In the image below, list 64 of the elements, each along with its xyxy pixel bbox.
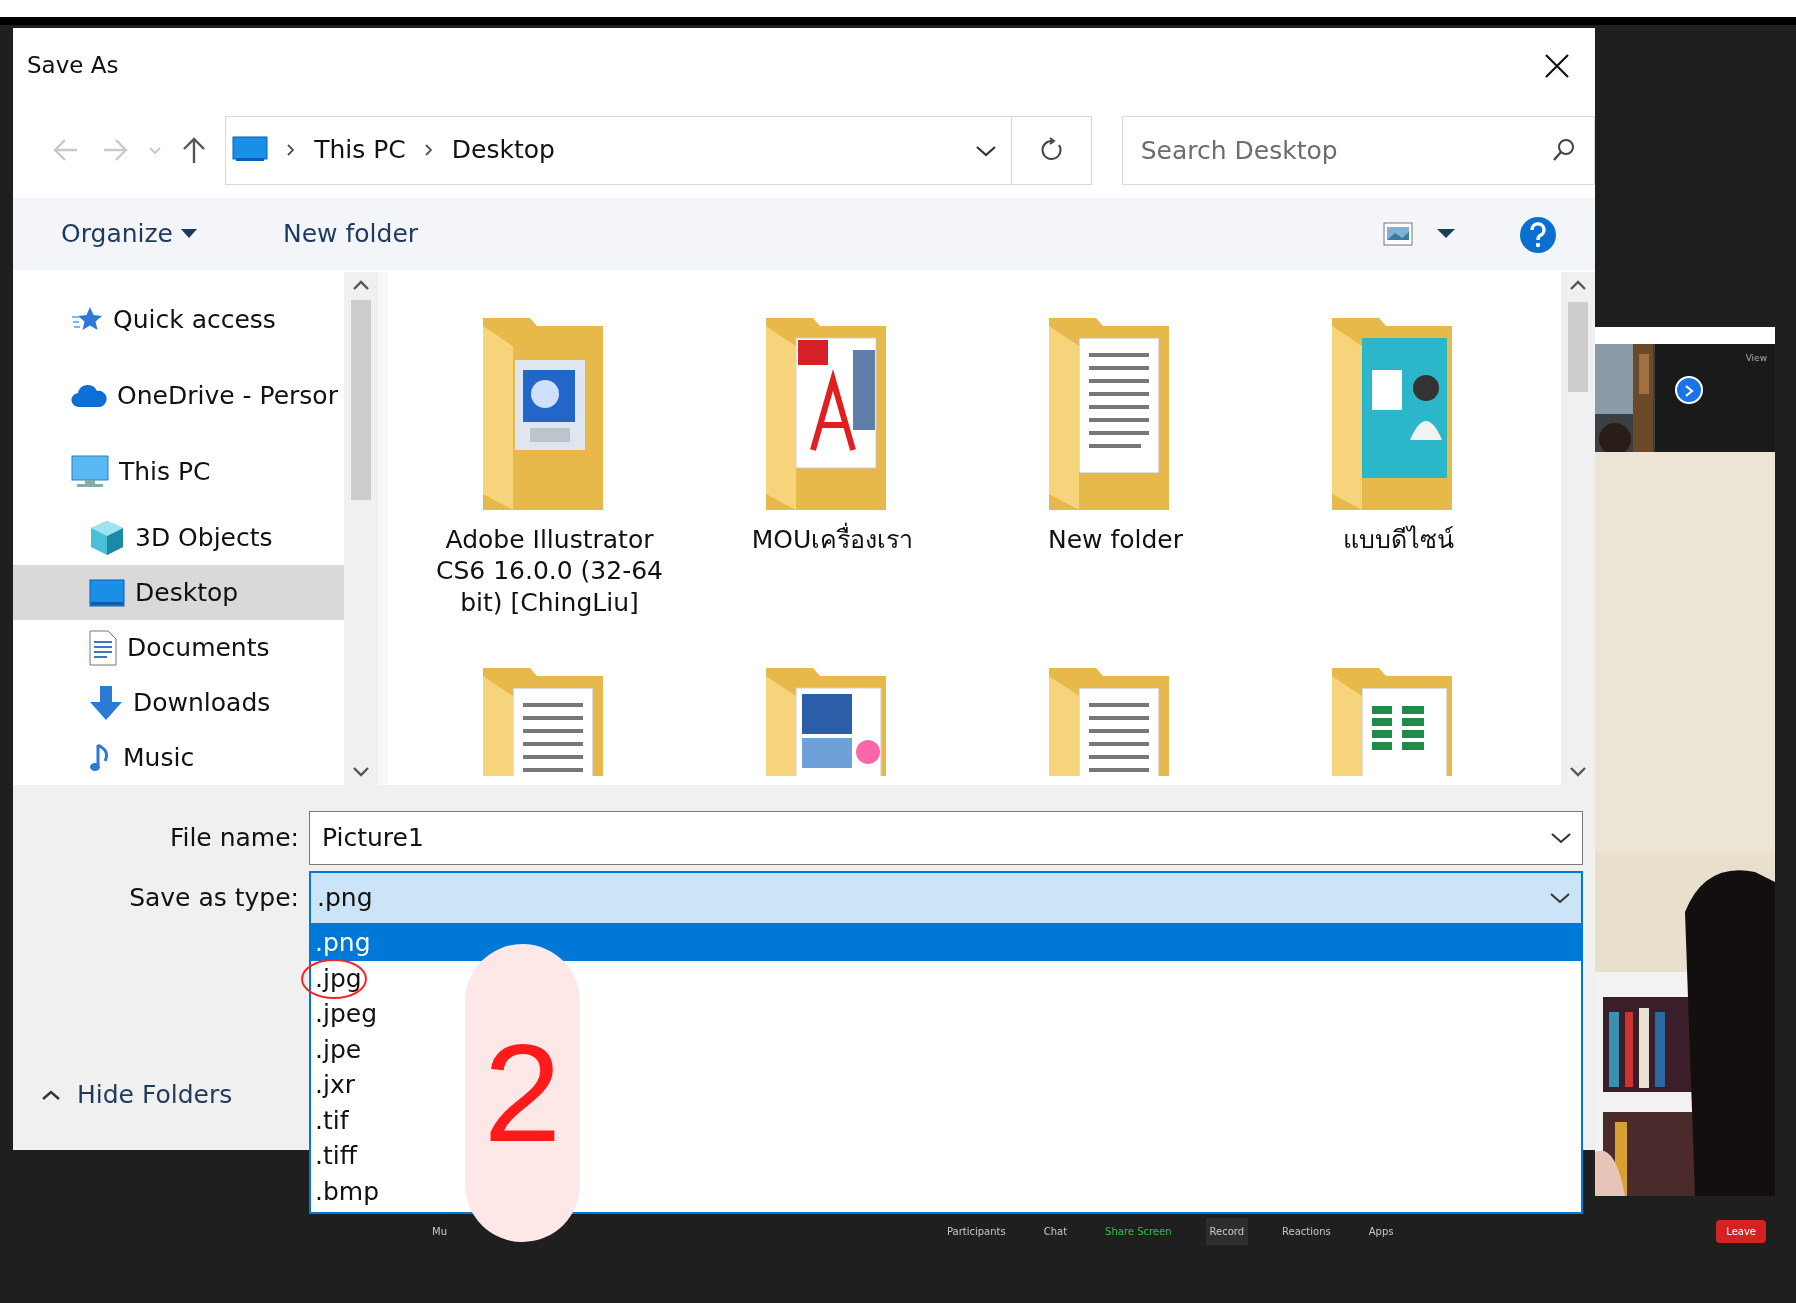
scrollbar-thumb[interactable] xyxy=(1568,302,1588,392)
scrollbar-thumb[interactable] xyxy=(351,300,371,500)
hide-folders-button[interactable]: Hide Folders xyxy=(35,1075,239,1115)
file-name-field[interactable]: Picture1 xyxy=(309,811,1583,865)
monitor-icon xyxy=(89,578,125,607)
sidebar-item[interactable]: Music xyxy=(13,730,344,785)
toolbar-button[interactable]: Record xyxy=(1205,1218,1249,1245)
cube-icon xyxy=(89,519,125,556)
file-name[interactable]: แบบดีไซน์ xyxy=(1268,524,1529,556)
view-label[interactable]: View xyxy=(1745,352,1767,366)
field-label: Save as type: xyxy=(128,882,300,915)
toolbar-button[interactable]: Participants xyxy=(942,1218,1010,1245)
chevron-right-icon xyxy=(423,143,434,157)
caret-down-icon xyxy=(1437,229,1455,239)
chevron-down-icon xyxy=(1549,891,1571,905)
step-number: 2 xyxy=(465,944,580,1242)
sidebar-item[interactable]: 3D Objects xyxy=(13,510,344,565)
chevron-down-icon xyxy=(1550,831,1572,845)
chevron-right-icon xyxy=(1683,383,1695,398)
search-icon xyxy=(1551,136,1577,163)
field-label: File name: xyxy=(168,822,300,855)
caret-down-icon xyxy=(181,229,197,239)
scroll-down-icon[interactable] xyxy=(351,765,371,779)
sidebar-item[interactable]: OneDrive - Persor xyxy=(13,358,344,434)
chevron-down-icon xyxy=(975,143,998,158)
close-icon xyxy=(1544,53,1570,80)
chevron-down-icon xyxy=(147,145,162,156)
sidebar-item[interactable]: Quick access xyxy=(13,282,344,358)
refresh-button[interactable] xyxy=(1012,115,1092,185)
file-name[interactable]: Adobe Illustrator CS6 16.0.0 (32-64 bit) [ChingLiu] xyxy=(419,524,680,618)
sidebar-item[interactable]: Desktop xyxy=(13,565,344,620)
toolbar-button[interactable]: Chat xyxy=(1039,1218,1072,1245)
toolbar-button[interactable]: Share Screen xyxy=(1101,1218,1176,1245)
monitor-icon xyxy=(232,136,269,164)
scroll-up-icon[interactable] xyxy=(1568,278,1588,292)
file-type-dropdown[interactable]: .png xyxy=(309,871,1583,925)
cloud-icon xyxy=(71,384,107,408)
dropdown-option[interactable]: .png xyxy=(311,925,1581,961)
sidebar-item[interactable]: Documents xyxy=(13,620,344,675)
chevron-up-icon xyxy=(41,1088,61,1101)
toolbar-button[interactable]: Apps xyxy=(1364,1218,1398,1245)
down-arrow-icon xyxy=(89,684,123,721)
breadcrumb-item[interactable]: This PC xyxy=(314,131,406,169)
next-page-button[interactable] xyxy=(1675,376,1703,404)
computer-icon xyxy=(71,455,109,489)
address-bar[interactable]: This PC Desktop xyxy=(225,115,1013,185)
sidebar-item[interactable]: This PC xyxy=(13,434,344,510)
sidebar-item[interactable]: Downloads xyxy=(13,675,344,730)
scroll-down-icon[interactable] xyxy=(1568,765,1588,779)
file-name[interactable]: New folder xyxy=(985,524,1246,556)
search-field[interactable]: Search Desktop xyxy=(1121,115,1595,185)
new-folder-button[interactable]: New folder xyxy=(275,211,427,257)
organize-button[interactable]: Organize xyxy=(53,211,205,257)
breadcrumb-item[interactable]: Desktop xyxy=(451,131,555,169)
document-icon xyxy=(89,629,117,666)
toolbar-button[interactable]: Reactions xyxy=(1278,1218,1335,1245)
chevron-right-icon xyxy=(286,143,297,157)
leave-button[interactable]: Leave xyxy=(1716,1220,1766,1243)
scroll-up-icon[interactable] xyxy=(351,278,371,292)
window-title: Save As xyxy=(27,50,119,80)
picture-icon xyxy=(1383,222,1413,246)
file-name[interactable]: MOUเครื่องเรา xyxy=(702,524,963,556)
toolbar-button[interactable]: Mu xyxy=(428,1218,451,1245)
help-icon xyxy=(1519,215,1557,254)
